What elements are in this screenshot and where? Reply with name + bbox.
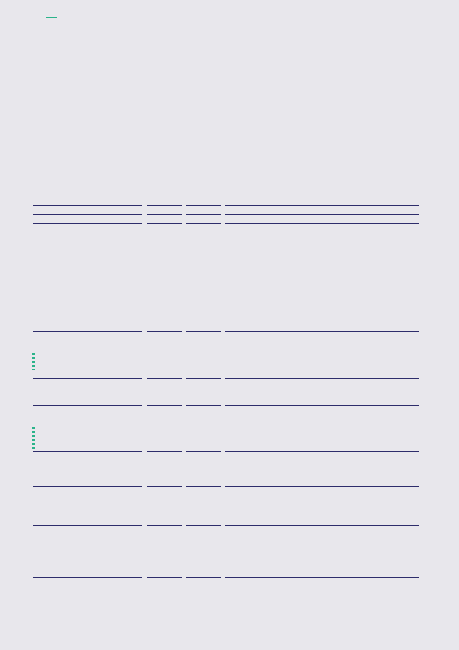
table-rule-row7-col3 — [186, 451, 221, 452]
table-rule-row9-col1 — [33, 525, 142, 526]
table-rule-row9-col3 — [186, 525, 221, 526]
table-rule-row5-col4 — [225, 378, 419, 379]
table-rule-row2-col2 — [147, 214, 182, 215]
table-rule-row1-col1 — [33, 205, 142, 206]
table-rule-row8-col3 — [186, 486, 221, 487]
row-marker — [32, 427, 35, 449]
table-rule-row4-col4 — [225, 331, 419, 332]
table-rule-row3-col3 — [186, 223, 221, 224]
table-rule-row2-col3 — [186, 214, 221, 215]
table-rule-row6-col2 — [147, 405, 182, 406]
table-rule-row3-col2 — [147, 223, 182, 224]
table-rule-row4-col1 — [33, 331, 142, 332]
table-rule-row10-col2 — [147, 577, 182, 578]
table-rule-row8-col2 — [147, 486, 182, 487]
table-rule-row2-col4 — [225, 214, 419, 215]
table-rule-row5-col2 — [147, 378, 182, 379]
table-rule-row7-col4 — [225, 451, 419, 452]
table-rule-row7-col2 — [147, 451, 182, 452]
table-rule-row4-col2 — [147, 331, 182, 332]
table-rule-row6-col3 — [186, 405, 221, 406]
table-rule-row3-col1 — [33, 223, 142, 224]
table-rule-row1-col4 — [225, 205, 419, 206]
table-rule-row8-col1 — [33, 486, 142, 487]
table-rule-row3-col4 — [225, 223, 419, 224]
table-rule-row10-col4 — [225, 577, 419, 578]
table-rule-row10-col3 — [186, 577, 221, 578]
table-rule-row5-col3 — [186, 378, 221, 379]
table-rule-row7-col1 — [33, 451, 142, 452]
table-rule-row9-col2 — [147, 525, 182, 526]
table-rule-row1-col2 — [147, 205, 182, 206]
row-marker — [32, 353, 35, 370]
table-rule-row9-col4 — [225, 525, 419, 526]
table-rule-row5-col1 — [33, 378, 142, 379]
table-rule-row8-col4 — [225, 486, 419, 487]
header-accent-line — [46, 17, 57, 18]
table-rule-row6-col1 — [33, 405, 142, 406]
table-rule-row1-col3 — [186, 205, 221, 206]
table-rule-row6-col4 — [225, 405, 419, 406]
table-rule-row4-col3 — [186, 331, 221, 332]
table-rule-row2-col1 — [33, 214, 142, 215]
table-rule-row10-col1 — [33, 577, 142, 578]
